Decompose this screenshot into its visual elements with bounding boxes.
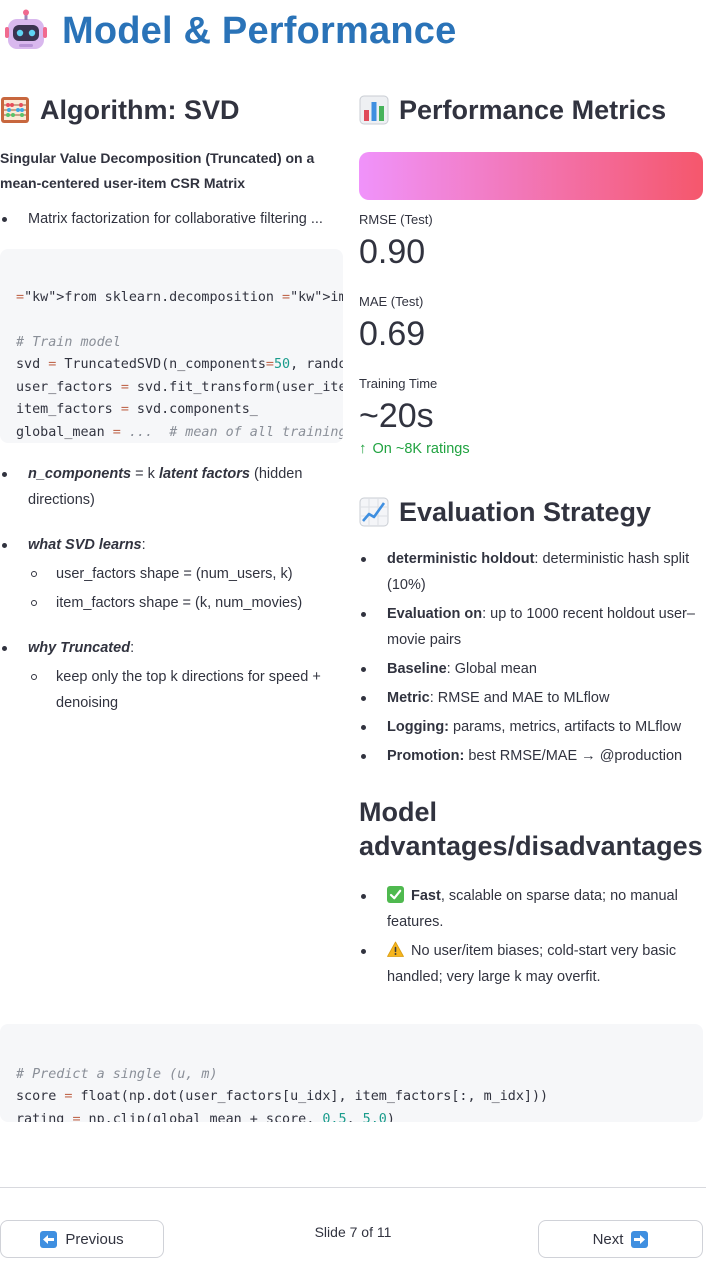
code-line: score = float(np.dot(user_factors[u_idx]… [16,1089,549,1104]
list-item: Fast, scalable on sparse data; no manual… [359,883,706,935]
list-item: Promotion: best RMSE/MAE → @production [359,743,706,769]
evaluation-list: deterministic holdout: deterministic has… [359,546,706,769]
predict-code-block[interactable]: # Predict a single (u, m) score = float(… [0,1024,703,1122]
list-item: keep only the top k directions for speed… [0,664,343,716]
code-line: item_factors = svd.components_ [16,402,258,417]
abacus-icon [1,97,29,123]
evaluation-heading-row: Evaluation Strategy [359,490,706,534]
check-mark-button-icon [387,886,404,903]
metrics-gradient-banner [359,152,703,200]
list-item: keep only the top k directions for speed… [0,664,343,716]
mae-value: 0.69 [359,315,426,353]
code-line: global_mean = ... # mean of all training… [16,424,343,440]
train-code-block[interactable]: ="kw">from sklearn.decomposition ="kw">i… [0,249,343,443]
ncomp-term: n_components [28,466,132,482]
code-line: rating = np.clip(global_mean + score, 0.… [16,1111,395,1123]
learns-term: what SVD learns [28,537,142,553]
algorithm-heading-row: Algorithm: SVD [0,88,343,132]
rmse-label: RMSE (Test) [359,212,433,227]
learns-colon: : [141,537,146,553]
learns-sub1: user_factors shape = (num_users, k) [56,566,293,582]
evaluation-term: deterministic holdout [387,551,535,567]
algorithm-heading: Algorithm: SVD [40,94,240,125]
evaluation-text: best RMSE/MAE → @production [464,748,683,764]
code-line: ="kw">from sklearn.decomposition ="kw">i… [16,289,343,305]
arrow-up-icon: ↑ [359,440,367,457]
why-sub1: keep only the top k directions for speed… [56,669,321,711]
con-text: No user/item biases; cold-start very bas… [387,943,677,985]
chart-increasing-icon [359,497,389,527]
rmse-value: 0.90 [359,233,426,271]
evaluation-text: params, metrics, artifacts to MLflow [449,719,682,735]
pro-term: Fast [411,888,441,904]
training-time-delta-text: On ~8K ratings [372,440,470,457]
next-button[interactable]: Next [538,1220,703,1258]
metrics-column: Performance Metrics RMSE (Test) 0.90 MAE… [359,88,706,990]
algorithm-intro-list: Matrix factorization for collaborative f… [0,206,343,232]
right-arrow-icon [631,1230,649,1248]
mae-label: MAE (Test) [359,294,424,309]
page-title: Model & Performance [62,9,457,52]
list-item: what SVD learns: [0,532,343,558]
evaluation-term: Promotion: [387,748,465,764]
list-item: user_factors shape = (num_users, k) item… [0,561,343,616]
algorithm-detail-list: n_components = k latent factors (hidden … [0,461,343,716]
evaluation-heading: Evaluation Strategy [399,496,652,527]
why-term: why Truncated [28,640,131,656]
list-item: n_components = k latent factors (hidden … [0,461,343,513]
page-title-row: Model & Performance [4,8,456,54]
training-time-value: ~20s [359,397,434,435]
code-line: # Train model [16,334,121,350]
evaluation-term: Metric [387,690,430,706]
metrics-heading-row: Performance Metrics [359,88,706,132]
code-line: # Predict a single (u, m) [16,1066,218,1082]
learns-sub2: item_factors shape = (k, num_movies) [56,595,303,611]
evaluation-term: Evaluation on [387,606,483,622]
training-time-label: Training Time [359,376,438,391]
advantages-list: Fast, scalable on sparse data; no manual… [359,883,706,990]
list-item: Logging: params, metrics, artifacts to M… [359,714,706,740]
list-item: Evaluation on: up to 1000 recent holdout… [359,601,706,653]
bar-chart-icon [359,95,389,125]
algorithm-column: Algorithm: SVD Singular Value Decomposit… [0,88,343,716]
algorithm-subtitle: Singular Value Decomposition (Truncated)… [0,150,315,191]
warning-icon [387,941,404,957]
learns-sublist: user_factors shape = (num_users, k) item… [0,561,343,616]
advantages-heading: Model advantages/disadvantages [359,797,703,861]
footer-divider [0,1187,706,1188]
evaluation-term: Baseline [387,661,447,677]
list-item: user_factors shape = (num_users, k) [0,561,343,587]
next-label: Next [592,1230,624,1248]
code-line: svd = TruncatedSVD(n_components=50, rand… [16,357,343,372]
list-item: Metric: RMSE and MAE to MLflow [359,685,706,711]
robot-icon [5,9,47,49]
ncomp-latent: latent factors [158,466,250,482]
why-colon: : [130,640,135,656]
why-sublist: keep only the top k directions for speed… [0,664,343,716]
training-time-delta: ↑ On ~8K ratings [359,440,706,457]
ncomp-eq: = k [131,466,159,482]
intro-bullet-text: Matrix factorization for collaborative f… [28,211,323,227]
code-line: user_factors = svd.fit_transform(user_it… [16,379,343,395]
evaluation-term: Logging: [387,719,450,735]
metrics-heading: Performance Metrics [399,94,667,125]
list-item: why Truncated: [0,635,343,661]
list-item: Matrix factorization for collaborative f… [0,206,343,232]
evaluation-text: : RMSE and MAE to MLflow [429,690,610,706]
list-item: No user/item biases; cold-start very bas… [359,938,706,990]
list-item: Baseline: Global mean [359,656,706,682]
list-item: item_factors shape = (k, num_movies) [0,590,343,616]
evaluation-text: : Global mean [446,661,537,677]
list-item: deterministic holdout: deterministic has… [359,546,706,598]
